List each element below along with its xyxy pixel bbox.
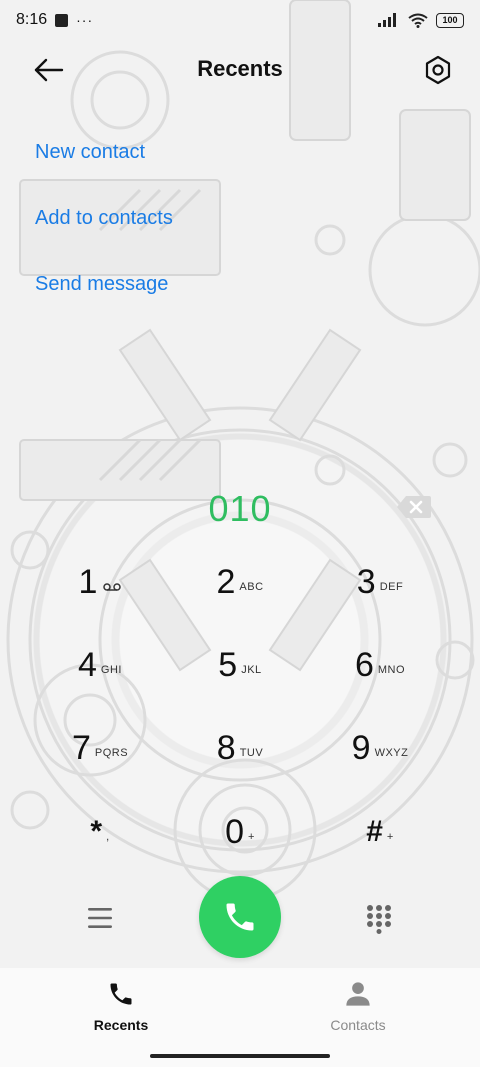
status-time: 8:16 bbox=[16, 11, 48, 28]
key-digit: 6 bbox=[354, 646, 374, 684]
key-digit: 2 bbox=[216, 563, 236, 601]
key-letters: , bbox=[106, 831, 110, 843]
key-digit: 4 bbox=[78, 646, 97, 684]
key-letters: MNO bbox=[377, 664, 406, 676]
tab-contacts[interactable]: Contacts bbox=[298, 980, 418, 1033]
key-4[interactable]: 4 GHI bbox=[32, 625, 168, 705]
signal-icon bbox=[378, 13, 396, 27]
key-9[interactable]: 9 WXYZ bbox=[312, 708, 448, 788]
backspace-icon[interactable] bbox=[396, 494, 432, 520]
call-button[interactable] bbox=[199, 876, 281, 958]
key-digit: # bbox=[366, 815, 383, 848]
add-to-contacts-link[interactable]: Add to contacts bbox=[35, 207, 173, 230]
key-letters: WXYZ bbox=[374, 747, 409, 759]
key-digit: 1 bbox=[78, 563, 98, 601]
send-message-link[interactable]: Send message bbox=[35, 273, 168, 296]
key-letters: GHI bbox=[100, 664, 122, 676]
voicemail-icon bbox=[103, 583, 122, 591]
battery-icon: 100 bbox=[436, 12, 464, 28]
settings-icon[interactable] bbox=[422, 54, 454, 86]
key-2[interactable]: 2 ABC bbox=[172, 542, 308, 622]
key-6[interactable]: 6 MNO bbox=[312, 625, 448, 705]
tab-recents-label: Recents bbox=[93, 1017, 149, 1033]
phone-icon bbox=[226, 903, 254, 931]
home-indicator[interactable] bbox=[150, 1054, 330, 1058]
person-icon bbox=[346, 982, 370, 1006]
key-digit: 3 bbox=[356, 563, 376, 601]
key-digit: 9 bbox=[351, 729, 371, 767]
bottom-navigation: Recents Contacts bbox=[0, 968, 480, 1067]
app-header: Recents bbox=[0, 42, 480, 98]
key-letters: PQRS bbox=[94, 747, 129, 759]
hamburger-icon[interactable] bbox=[86, 905, 114, 931]
key-digit: 8 bbox=[216, 729, 236, 767]
wifi-icon bbox=[408, 13, 428, 28]
key-1[interactable]: 1 bbox=[32, 542, 168, 622]
key-digit: 7 bbox=[71, 729, 91, 767]
new-contact-link[interactable]: New contact bbox=[35, 141, 145, 164]
key-7[interactable]: 7 PQRS bbox=[32, 708, 168, 788]
tab-contacts-label: Contacts bbox=[330, 1017, 386, 1033]
key-5[interactable]: 5 JKL bbox=[172, 625, 308, 705]
key-3[interactable]: 3 DEF bbox=[312, 542, 448, 622]
key-letters: DEF bbox=[379, 581, 404, 593]
key-letters: JKL bbox=[241, 664, 262, 676]
tab-recents[interactable]: Recents bbox=[61, 980, 181, 1033]
status-left: 8:16 ··· bbox=[16, 11, 93, 29]
key-digit: 0 bbox=[225, 813, 244, 851]
key-digit: 5 bbox=[218, 646, 238, 684]
key-digit: * bbox=[90, 815, 103, 848]
phone-icon bbox=[110, 983, 132, 1005]
page-title: Recents bbox=[197, 56, 283, 81]
dialpad-icon[interactable] bbox=[366, 904, 392, 934]
key-letters: + bbox=[247, 831, 255, 843]
key-letters: + bbox=[386, 831, 394, 843]
key-0[interactable]: 0 + bbox=[172, 792, 308, 872]
key-hash[interactable]: # + bbox=[312, 792, 448, 872]
key-8[interactable]: 8 TUV bbox=[172, 708, 308, 788]
status-right: 100 bbox=[378, 12, 464, 28]
key-letters: TUV bbox=[239, 747, 264, 759]
key-letters: ABC bbox=[239, 581, 264, 593]
status-bar: 8:16 ··· 100 bbox=[0, 0, 480, 40]
app-notification-icon bbox=[55, 13, 69, 27]
key-star[interactable]: * , bbox=[32, 792, 168, 872]
more-notifications-icon: ··· bbox=[76, 12, 94, 28]
